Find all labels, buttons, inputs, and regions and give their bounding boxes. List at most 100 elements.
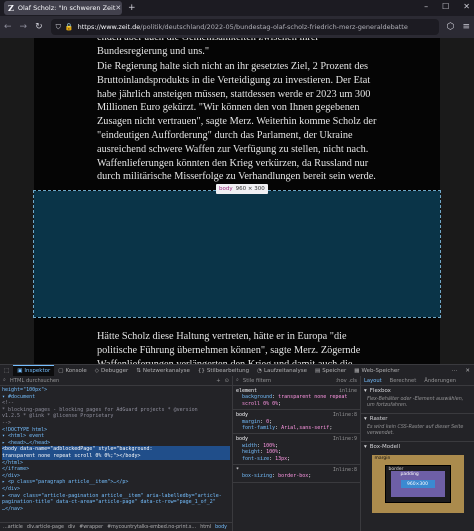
raster-title: Raster xyxy=(369,415,388,422)
css-rule[interactable]: Inline:8 body margin: 0; font-family: Arial… xyxy=(233,410,360,435)
raster-text: Es wird kein CSS-Raster auf dieser Seite… xyxy=(367,425,464,436)
html-tree-line[interactable]: --> xyxy=(2,420,230,427)
tab-debugger[interactable]: ◇ Debugger xyxy=(91,365,132,377)
css-declaration[interactable]: font-size: 13px; xyxy=(236,456,357,462)
html-search-input[interactable]: HTML durchsuchen xyxy=(10,378,212,384)
breadcrumb-item[interactable]: div.article-page xyxy=(27,525,64,530)
tab-berechnet[interactable]: Berechnet xyxy=(390,378,417,384)
css-rule-source[interactable]: Inline:8 xyxy=(333,412,357,418)
pick-element-icon[interactable]: ⬚ xyxy=(0,365,13,377)
forward-icon[interactable]: → xyxy=(20,22,28,32)
add-node-icon[interactable]: + xyxy=(216,378,220,384)
css-filter-input[interactable]: Stile filtern xyxy=(243,378,332,384)
new-tab-icon[interactable]: + xyxy=(128,3,136,13)
tab-netzwerkanalyse[interactable]: ⇅ Netzwerkanalyse xyxy=(132,365,194,377)
css-property: height xyxy=(242,449,261,456)
box-content: 960×300 xyxy=(400,480,435,488)
css-value: 0 xyxy=(266,418,270,425)
html-tree-line[interactable]: <!-- xyxy=(2,400,230,407)
devtools-more-icon[interactable]: ⋯ xyxy=(448,365,462,377)
zeit-favicon-icon: Z xyxy=(8,3,14,13)
browser-tab[interactable]: Z Olaf Scholz: "In schweren Zeit ✕ xyxy=(4,1,122,15)
devtools-close-icon[interactable]: ✕ xyxy=(461,365,474,377)
tab-laufzeitanalyse[interactable]: ◔ Laufzeitanalyse xyxy=(253,365,311,377)
css-property: background xyxy=(242,394,273,401)
style-editor-icon: {} xyxy=(197,367,205,374)
css-rule-source[interactable]: Inline:9 xyxy=(333,436,357,442)
html-tree-line[interactable]: * blocking-pages - blocking pages for Ad… xyxy=(2,407,230,414)
url-bar[interactable]: ⛉ 🔒 https://www.zeit.de /politik/deutsch… xyxy=(50,19,439,35)
css-toggles[interactable]: :hov .cls xyxy=(335,378,357,384)
box-padding: padding 960×300 xyxy=(390,471,445,497)
tab-layout[interactable]: Layout xyxy=(364,378,382,384)
css-rule[interactable]: Inline:9 body width: 100%; height: 100%; fon… xyxy=(233,434,360,466)
minimize-icon[interactable]: – xyxy=(424,2,428,11)
html-tree-line[interactable]: <!DOCTYPE html> xyxy=(2,427,230,434)
html-tree[interactable]: height="100px"> ▾ #document <!-- * blocki… xyxy=(0,386,232,513)
css-rule[interactable]: inline element background: transparent non… xyxy=(233,386,360,411)
breadcrumb-item[interactable]: body xyxy=(215,525,227,530)
page-viewport: enden aber auch die Gemeinsamkeiten zwis… xyxy=(0,38,474,364)
tracking-shield-icon[interactable]: ⛉ xyxy=(56,23,61,32)
html-tree-line[interactable]: height="100px"> xyxy=(2,387,230,394)
memory-icon: ▤ xyxy=(315,367,321,374)
css-property: margin xyxy=(242,418,261,425)
html-tree-line[interactable]: ▾ #document xyxy=(2,394,230,401)
html-tree-line[interactable]: pagination-title" data-ct-area="article-… xyxy=(2,499,230,506)
html-tree-line[interactable]: <body data-name="adblockedPage" style="b… xyxy=(2,446,230,453)
html-tree-line[interactable]: …</nav> xyxy=(2,506,230,513)
css-property: font-size xyxy=(242,455,270,462)
tab-bar: Z Olaf Scholz: "In schweren Zeit ✕ + – ☐… xyxy=(0,0,474,16)
article-paragraph-1-text: Die Regierung halte sich nicht an ihr ge… xyxy=(97,61,377,183)
tab-web-speicher[interactable]: ▦ Web-Speicher xyxy=(350,365,403,377)
html-tree-line[interactable]: </div> xyxy=(2,473,230,480)
filter-icon: ⌕ xyxy=(236,377,239,383)
inspector-icon: ▣ xyxy=(17,368,23,374)
lock-icon[interactable]: 🔒 xyxy=(65,23,74,31)
tab-inspektor[interactable]: ▣ Inspektor xyxy=(13,364,55,377)
breadcrumb-item[interactable]: …article xyxy=(3,525,23,530)
box-border: border padding 960×300 xyxy=(384,465,451,503)
html-tree-line[interactable]: </html> xyxy=(2,460,230,467)
html-tree-line[interactable]: transparent none repeat scroll 0% 0%;"><… xyxy=(2,452,230,460)
html-tree-line[interactable]: </div> xyxy=(2,486,230,493)
close-tab-icon[interactable]: ✕ xyxy=(115,4,121,12)
picker-icon[interactable]: ⊙ xyxy=(225,378,229,384)
css-declaration[interactable]: font-family: Arial,sans-serif; xyxy=(236,425,357,431)
performance-icon: ◔ xyxy=(257,367,262,374)
css-rule-source[interactable]: Inline:8 xyxy=(333,467,357,473)
tab-aenderungen[interactable]: Änderungen xyxy=(424,378,456,384)
breadcrumb-item[interactable]: #wrapper xyxy=(79,525,103,530)
close-window-icon[interactable]: ✕ xyxy=(463,2,470,11)
css-declaration[interactable]: background: transparent none repeat scro… xyxy=(236,394,357,407)
chevron-down-icon[interactable]: ▾ xyxy=(364,444,367,450)
breadcrumb-item[interactable]: #mycountrytalks-embed.no-print.s… xyxy=(107,525,196,530)
html-tree-line[interactable]: </iframe> xyxy=(2,466,230,473)
html-tree-line[interactable]: ▸ <nav class="article-pagination article… xyxy=(2,493,230,500)
html-tree-line[interactable]: ▸ <head>…</head> xyxy=(2,440,230,447)
devtools-tabbar: ⬚ ▣ Inspektor ▢ Konsole ◇ Debugger ⇅ Netzwer… xyxy=(0,364,474,377)
breadcrumb-item[interactable]: html xyxy=(200,525,211,530)
css-rule[interactable]: Inline:8 * box-sizing: border-box; xyxy=(233,465,360,483)
reload-icon[interactable]: ↻ xyxy=(35,22,43,32)
html-tree-line[interactable]: ▾ <html> event xyxy=(2,433,230,440)
nav-bar: ← → ↻ ⛉ 🔒 https://www.zeit.de /politik/d… xyxy=(0,16,474,38)
tab-stilbearbeitung[interactable]: {} Stilbearbeitung xyxy=(194,365,253,377)
back-icon[interactable]: ← xyxy=(4,22,12,32)
html-tree-line[interactable]: v1.2.5 * @link * @license Proprietary xyxy=(2,413,230,420)
html-tree-line[interactable]: ▸ <p class="paragraph article__item">…</… xyxy=(2,479,230,486)
maximize-icon[interactable]: ☐ xyxy=(442,2,449,11)
tooltip-tag: body xyxy=(219,186,233,192)
flexbox-text: Flex-Behälter oder -Element auswählen, u… xyxy=(367,397,464,408)
breadcrumb: …article div.article-page div #wrapper #myco… xyxy=(0,522,232,531)
css-rules: inline element background: transparent non… xyxy=(233,386,360,483)
menu-icon[interactable]: ≡ xyxy=(462,22,470,32)
flexbox-title: Flexbox xyxy=(369,387,391,394)
css-declaration[interactable]: box-sizing: border-box; xyxy=(236,473,357,479)
chevron-down-icon[interactable]: ▾ xyxy=(364,388,367,394)
chevron-down-icon[interactable]: ▾ xyxy=(364,416,367,422)
tab-speicher[interactable]: ▤ Speicher xyxy=(311,365,350,377)
breadcrumb-item[interactable]: div xyxy=(68,525,75,530)
extension-icon[interactable]: ⬡ xyxy=(447,22,455,32)
tab-konsole[interactable]: ▢ Konsole xyxy=(54,365,91,377)
